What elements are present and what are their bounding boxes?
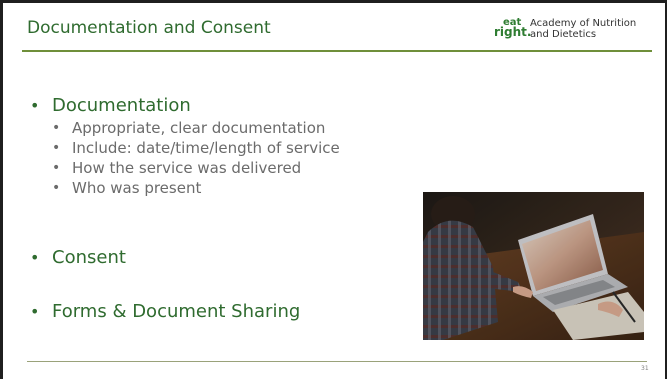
sub-bullet-item: Include: date/time/length of service (49, 138, 410, 158)
footer-divider (27, 361, 647, 362)
bullet-list: Documentation Appropriate, clear documen… (30, 94, 410, 324)
title-divider (22, 50, 652, 52)
sub-bullet-item: How the service was delivered (49, 158, 410, 178)
bullet-consent-label: Consent (30, 246, 126, 270)
eatright-logo-icon: eat right. (494, 17, 532, 43)
bullet-forms-label: Forms & Document Sharing (30, 300, 300, 324)
slide-left-border (0, 0, 3, 379)
slide-title: Documentation and Consent (27, 18, 271, 38)
bullet-documentation-label: Documentation (30, 94, 410, 118)
bullet-consent: Consent (30, 246, 126, 270)
logo-org-name: Academy of Nutrition and Dietetics (530, 18, 636, 40)
bullet-forms: Forms & Document Sharing (30, 300, 300, 324)
slide: Documentation and Consent eat right. Aca… (0, 0, 667, 379)
eatright-logo: eat right. Academy of Nutrition and Diet… (494, 17, 654, 43)
logo-mark-bottom: right. (494, 25, 532, 39)
laptop-writing-photo (423, 192, 644, 340)
page-number: 31 (641, 365, 649, 372)
sub-bullet-item: Who was present (49, 178, 410, 198)
slide-top-border (0, 0, 667, 3)
sub-bullet-item: Appropriate, clear documentation (49, 118, 410, 138)
photo-illustration (423, 192, 644, 340)
logo-org-line2: and Dietetics (530, 29, 597, 40)
logo-org-line1: Academy of Nutrition (530, 18, 637, 29)
bullet-documentation: Documentation Appropriate, clear documen… (30, 94, 410, 198)
documentation-sub-list: Appropriate, clear documentation Include… (30, 118, 410, 198)
